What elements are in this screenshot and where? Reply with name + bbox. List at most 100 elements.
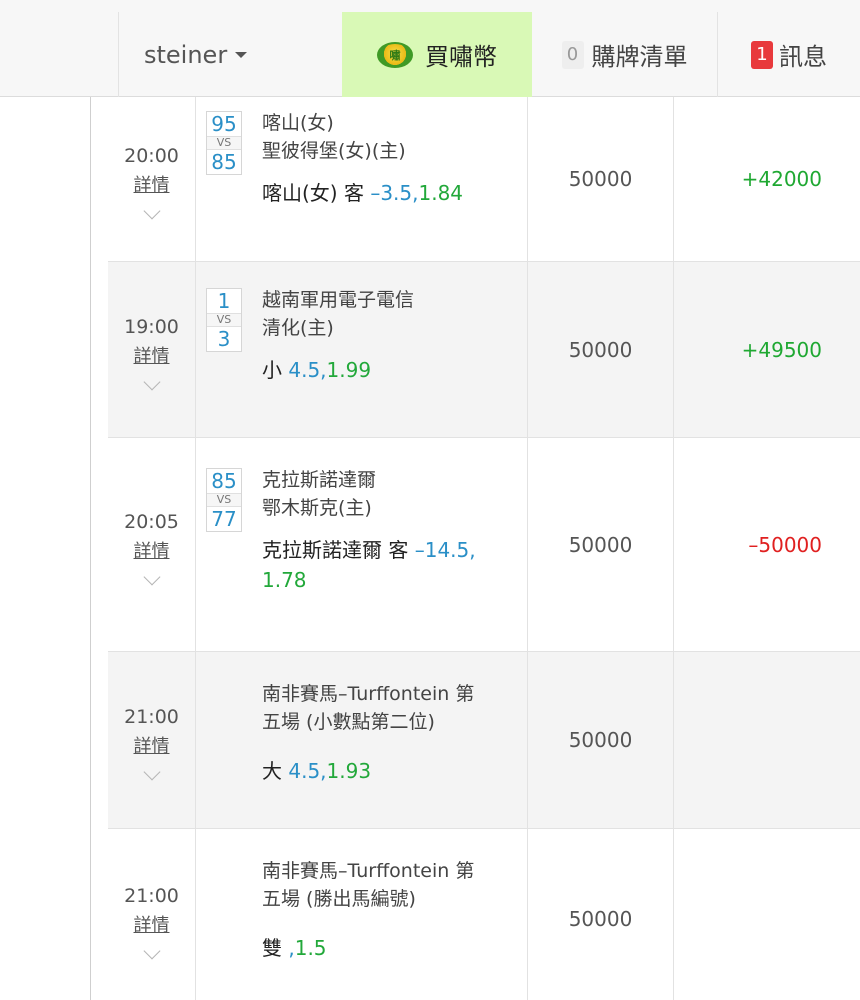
detail-link[interactable]: 詳情	[134, 911, 170, 941]
pick-line: 4.5,	[288, 358, 327, 382]
detail-link[interactable]: 詳情	[134, 171, 170, 201]
team-1: 喀山(女)	[262, 112, 334, 134]
bet-pick: 喀山(女) 客 –3.5,1.84	[262, 178, 524, 208]
score-box: 85 VS 77	[206, 468, 242, 532]
stake-cell: 50000	[528, 97, 674, 261]
coin-icon: 嘯	[377, 41, 413, 68]
race-title-line-2: 五場 (小數點第二位)	[262, 711, 435, 733]
time-cell: 20:05 詳情	[108, 438, 196, 651]
stake-cell: 50000	[528, 438, 674, 651]
team-2: 清化(主)	[262, 317, 334, 339]
pick-name: 雙	[262, 936, 282, 960]
away-score: 85	[211, 150, 237, 174]
team-1: 越南軍用電子電信	[262, 289, 415, 311]
pick-name: 大	[262, 759, 282, 783]
chevron-down-icon[interactable]	[143, 202, 160, 220]
match-cell: 95 VS 85 喀山(女) 聖彼得堡(女)(主) 喀山(女) 客 –3.5,1…	[196, 97, 528, 261]
stake-cell: 50000	[528, 829, 674, 1000]
chevron-down-icon[interactable]	[143, 763, 160, 781]
match-info: 南非賽馬–Turffontein 第 五場 (小數點第二位) 大 4.5,1.9…	[262, 680, 524, 786]
messages-label: 訊息	[779, 43, 827, 71]
match-time: 19:00	[124, 315, 179, 338]
match-time: 21:00	[124, 706, 179, 728]
race-title-line-2: 五場 (勝出馬編號)	[262, 888, 416, 910]
team-2: 聖彼得堡(女)(主)	[262, 140, 406, 162]
stake-cell: 50000	[528, 262, 674, 437]
messages-button[interactable]: 1 訊息	[718, 12, 860, 97]
match-info: 克拉斯諾達爾 鄂木斯克(主) 克拉斯諾達爾 客 –14.5, 1.78	[262, 468, 524, 595]
vs-label: VS	[207, 493, 241, 507]
match-cell: 南非賽馬–Turffontein 第 五場 (小數點第二位) 大 4.5,1.9…	[196, 652, 528, 828]
race-title: 南非賽馬–Turffontein 第 五場 (小數點第二位)	[262, 680, 524, 736]
time-cell: 20:00 詳情	[108, 97, 196, 261]
detail-link[interactable]: 詳情	[134, 342, 170, 372]
table-row: 21:00 詳情 南非賽馬–Turffontein 第 五場 (勝出馬編號) 雙…	[108, 829, 860, 1000]
match-cell: 85 VS 77 克拉斯諾達爾 鄂木斯克(主) 克拉斯諾達爾 客 –14.5, 1…	[196, 438, 528, 651]
detail-link[interactable]: 詳情	[134, 537, 170, 567]
result-cell: +49500	[741, 337, 822, 362]
bet-pick: 雙 ,1.5	[262, 933, 524, 963]
away-score: 77	[211, 507, 237, 531]
result-cell: –50000	[748, 532, 822, 557]
match-cell: 1 VS 3 越南軍用電子電信 清化(主) 小 4.5,1.99	[196, 262, 528, 437]
pick-name: 喀山(女) 客	[262, 181, 364, 205]
message-count-badge: 1	[751, 40, 773, 69]
match-info: 喀山(女) 聖彼得堡(女)(主) 喀山(女) 客 –3.5,1.84	[262, 111, 524, 208]
match-cell: 南非賽馬–Turffontein 第 五場 (勝出馬編號) 雙 ,1.5	[196, 829, 528, 1000]
result-cell	[674, 652, 860, 828]
pick-line: –14.5,	[414, 538, 476, 562]
result-cell: +42000	[741, 167, 822, 191]
buy-coin-button[interactable]: 嘯 買嘯幣	[342, 12, 532, 97]
match-time: 20:05	[124, 510, 179, 533]
pick-line: –3.5,	[370, 181, 419, 205]
pick-odds: 1.78	[262, 568, 307, 592]
username-label: steiner	[144, 40, 228, 69]
pick-odds: 1.99	[326, 358, 372, 382]
vs-label: VS	[207, 313, 241, 327]
home-score: 95	[211, 112, 237, 136]
race-title: 南非賽馬–Turffontein 第 五場 (勝出馬編號)	[262, 857, 524, 913]
team-1: 克拉斯諾達爾	[262, 469, 377, 491]
score-box: 95 VS 85	[206, 111, 242, 175]
pick-name: 克拉斯諾達爾 客	[262, 538, 409, 562]
chevron-down-icon[interactable]	[143, 373, 160, 390]
match-info: 南非賽馬–Turffontein 第 五場 (勝出馬編號) 雙 ,1.5	[262, 857, 524, 963]
pick-name: 小	[262, 358, 282, 382]
user-menu-button[interactable]: steiner	[118, 12, 342, 97]
stake-cell: 50000	[528, 652, 674, 828]
time-cell: 21:00 詳情	[108, 829, 196, 1000]
pick-odds: 1.93	[326, 759, 372, 783]
left-rail	[90, 97, 108, 1000]
race-title-line-1: 南非賽馬–Turffontein 第	[262, 683, 475, 705]
table-row: 19:00 詳情 1 VS 3 越南軍用電子電信 清化(主) 小 4.5,1.9…	[108, 262, 860, 438]
match-time: 21:00	[124, 884, 179, 907]
match-time: 20:00	[124, 145, 179, 167]
result-cell	[674, 829, 860, 1000]
pick-line: 4.5,	[288, 759, 327, 783]
score-box: 1 VS 3	[206, 288, 242, 352]
table-row: 20:00 詳情 95 VS 85 喀山(女) 聖彼得堡(女)(主) 喀山(女)…	[108, 97, 860, 262]
bet-history-table: 20:00 詳情 95 VS 85 喀山(女) 聖彼得堡(女)(主) 喀山(女)…	[108, 97, 860, 1000]
pick-odds: 1.84	[418, 181, 464, 205]
top-nav-bar: steiner 嘯 買嘯幣 0 購牌清單 1 訊息	[0, 0, 860, 97]
buy-coin-label: 買嘯幣	[425, 43, 497, 71]
team-2: 鄂木斯克(主)	[262, 497, 372, 519]
chevron-down-icon[interactable]	[143, 568, 160, 585]
ticket-list-button[interactable]: 0 購牌清單	[532, 12, 717, 97]
chevron-down-icon[interactable]	[143, 942, 160, 959]
table-row: 21:00 詳情 南非賽馬–Turffontein 第 五場 (小數點第二位) …	[108, 652, 860, 829]
bet-pick: 克拉斯諾達爾 客 –14.5, 1.78	[262, 535, 524, 595]
pick-odds: 1.5	[294, 936, 327, 960]
time-cell: 21:00 詳情	[108, 652, 196, 828]
home-score: 85	[211, 469, 237, 493]
home-score: 1	[217, 289, 231, 313]
away-score: 3	[217, 327, 231, 351]
match-info: 越南軍用電子電信 清化(主) 小 4.5,1.99	[262, 288, 524, 385]
detail-link[interactable]: 詳情	[134, 732, 170, 762]
bet-pick: 小 4.5,1.99	[262, 355, 524, 385]
table-row: 20:05 詳情 85 VS 77 克拉斯諾達爾 鄂木斯克(主) 克拉斯諾達爾 …	[108, 438, 860, 652]
caret-down-icon	[235, 51, 248, 58]
vs-label: VS	[207, 136, 241, 150]
race-title-line-1: 南非賽馬–Turffontein 第	[262, 860, 475, 882]
ticket-list-label: 購牌清單	[591, 43, 688, 71]
